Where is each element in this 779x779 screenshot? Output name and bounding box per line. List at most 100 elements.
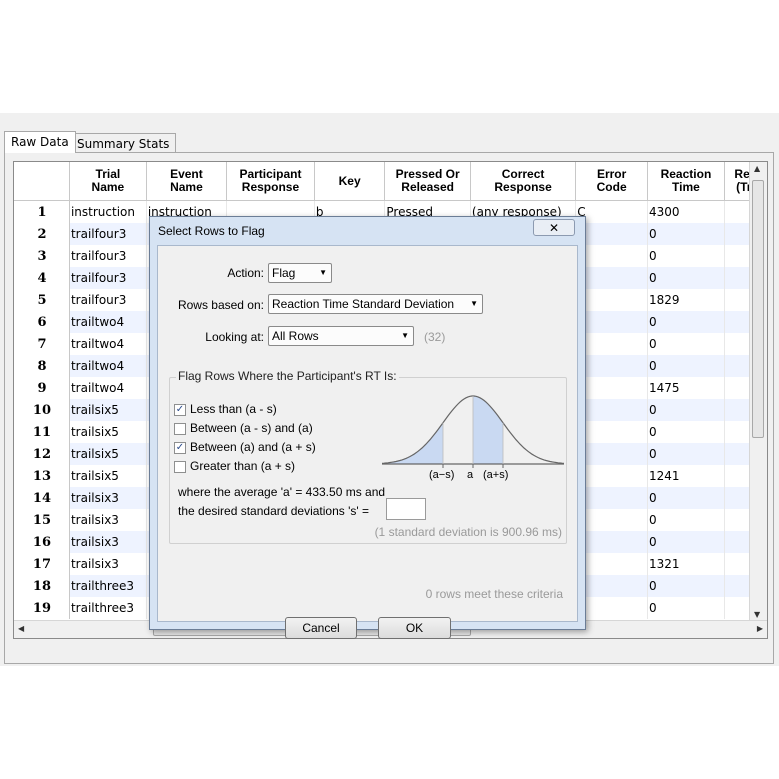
table-cell[interactable] [575,245,649,267]
row-number[interactable]: 4 [14,267,70,289]
table-cell[interactable] [575,289,649,311]
row-number[interactable]: 14 [14,487,70,509]
table-cell[interactable]: trailthree3 [69,597,147,619]
row-number[interactable]: 16 [14,531,70,553]
column-header[interactable]: Key [314,162,386,201]
scroll-left-icon[interactable]: ◀ [18,624,24,633]
option-label[interactable]: Less than (a - s) [190,402,277,416]
column-header[interactable]: Event Name [146,162,228,201]
row-number[interactable]: 9 [14,377,70,399]
table-cell[interactable]: 0 [647,311,725,333]
table-cell[interactable]: R [575,311,649,333]
table-cell[interactable]: trailfour3 [69,267,147,289]
table-cell[interactable]: trailsix3 [69,553,147,575]
cancel-button[interactable]: Cancel [285,617,357,639]
table-cell[interactable]: 0 [647,399,725,421]
table-cell[interactable]: 0 [647,333,725,355]
table-cell[interactable]: 0 [647,531,725,553]
table-cell[interactable]: trailsix5 [69,443,147,465]
table-cell[interactable]: 1241 [647,465,725,487]
row-number-header[interactable] [14,162,70,201]
tab-summary-stats[interactable]: Summary Stats [70,133,177,153]
table-cell[interactable]: 0 [647,443,725,465]
row-number[interactable]: 10 [14,399,70,421]
table-cell[interactable]: trailsix3 [69,487,147,509]
option-checkbox[interactable] [174,423,186,435]
table-cell[interactable]: trailtwo4 [69,333,147,355]
option-label[interactable]: Greater than (a + s) [190,459,295,473]
option-checkbox[interactable] [174,461,186,473]
scroll-right-icon[interactable]: ▶ [757,624,763,633]
column-header[interactable]: Correct Response [470,162,577,201]
column-header[interactable]: Trial Name [69,162,147,201]
table-cell[interactable]: R [575,223,649,245]
table-cell[interactable]: trailtwo4 [69,355,147,377]
table-cell[interactable]: 0 [647,355,725,377]
table-cell[interactable]: 0 [647,509,725,531]
table-cell[interactable]: 1829 [647,289,725,311]
table-cell[interactable]: instruction [69,200,147,223]
table-cell[interactable]: R [575,443,649,465]
table-cell[interactable] [575,553,649,575]
row-number[interactable]: 3 [14,245,70,267]
table-cell[interactable]: trailsix5 [69,399,147,421]
table-cell[interactable]: trailfour3 [69,289,147,311]
row-number[interactable]: 8 [14,355,70,377]
table-cell[interactable]: 0 [647,223,725,245]
row-number[interactable]: 15 [14,509,70,531]
row-number[interactable]: 6 [14,311,70,333]
ok-button[interactable]: OK [378,617,451,639]
scroll-down-icon[interactable]: ▼ [754,610,760,619]
vertical-scroll-thumb[interactable] [752,180,764,438]
table-cell[interactable]: R [575,575,649,597]
option-checkbox[interactable]: ✓ [174,442,186,454]
table-cell[interactable]: 1321 [647,553,725,575]
column-header[interactable]: Pressed Or Released [384,162,471,201]
table-cell[interactable] [575,267,649,289]
row-number[interactable]: 5 [14,289,70,311]
table-cell[interactable] [575,421,649,443]
table-cell[interactable]: trailfour3 [69,245,147,267]
table-cell[interactable]: 0 [647,575,725,597]
row-number[interactable]: 17 [14,553,70,575]
table-cell[interactable]: trailthree3 [69,575,147,597]
option-checkbox[interactable]: ✓ [174,404,186,416]
table-cell[interactable] [575,509,649,531]
row-number[interactable]: 1 [14,200,70,223]
row-number[interactable]: 11 [14,421,70,443]
table-cell[interactable]: R [575,333,649,355]
column-header[interactable]: Error Code [575,162,649,201]
table-cell[interactable]: trailsix5 [69,421,147,443]
row-number[interactable]: 7 [14,333,70,355]
table-cell[interactable]: trailtwo4 [69,377,147,399]
table-cell[interactable] [575,597,649,619]
table-cell[interactable]: C [575,200,649,223]
row-number[interactable]: 12 [14,443,70,465]
table-cell[interactable]: 0 [647,597,725,619]
looking-at-select[interactable]: All Rows ▼ [268,326,414,346]
rows-based-select[interactable]: Reaction Time Standard Deviation ▼ [268,294,483,314]
close-icon[interactable]: ✕ [533,219,575,236]
action-select[interactable]: Flag ▼ [268,263,332,283]
table-cell[interactable] [575,377,649,399]
tab-raw-data[interactable]: Raw Data [4,131,76,153]
table-cell[interactable]: R [575,531,649,553]
table-cell[interactable] [575,465,649,487]
table-cell[interactable]: 0 [647,421,725,443]
table-cell[interactable]: 4300 [647,200,725,223]
row-number[interactable]: 19 [14,597,70,619]
column-header[interactable]: Reaction Time [647,162,725,201]
row-number[interactable]: 2 [14,223,70,245]
row-number[interactable]: 13 [14,465,70,487]
column-header[interactable]: Participant Response [226,162,315,201]
table-cell[interactable] [575,399,649,421]
row-number[interactable]: 18 [14,575,70,597]
table-cell[interactable]: 0 [647,487,725,509]
sd-input[interactable] [386,498,426,520]
option-label[interactable]: Between (a - s) and (a) [190,421,313,435]
table-cell[interactable]: R [575,487,649,509]
scroll-up-icon[interactable]: ▲ [754,164,760,173]
table-cell[interactable]: trailtwo4 [69,311,147,333]
table-cell[interactable]: 0 [647,267,725,289]
vertical-scrollbar[interactable]: ▲ ▼ [749,162,767,621]
